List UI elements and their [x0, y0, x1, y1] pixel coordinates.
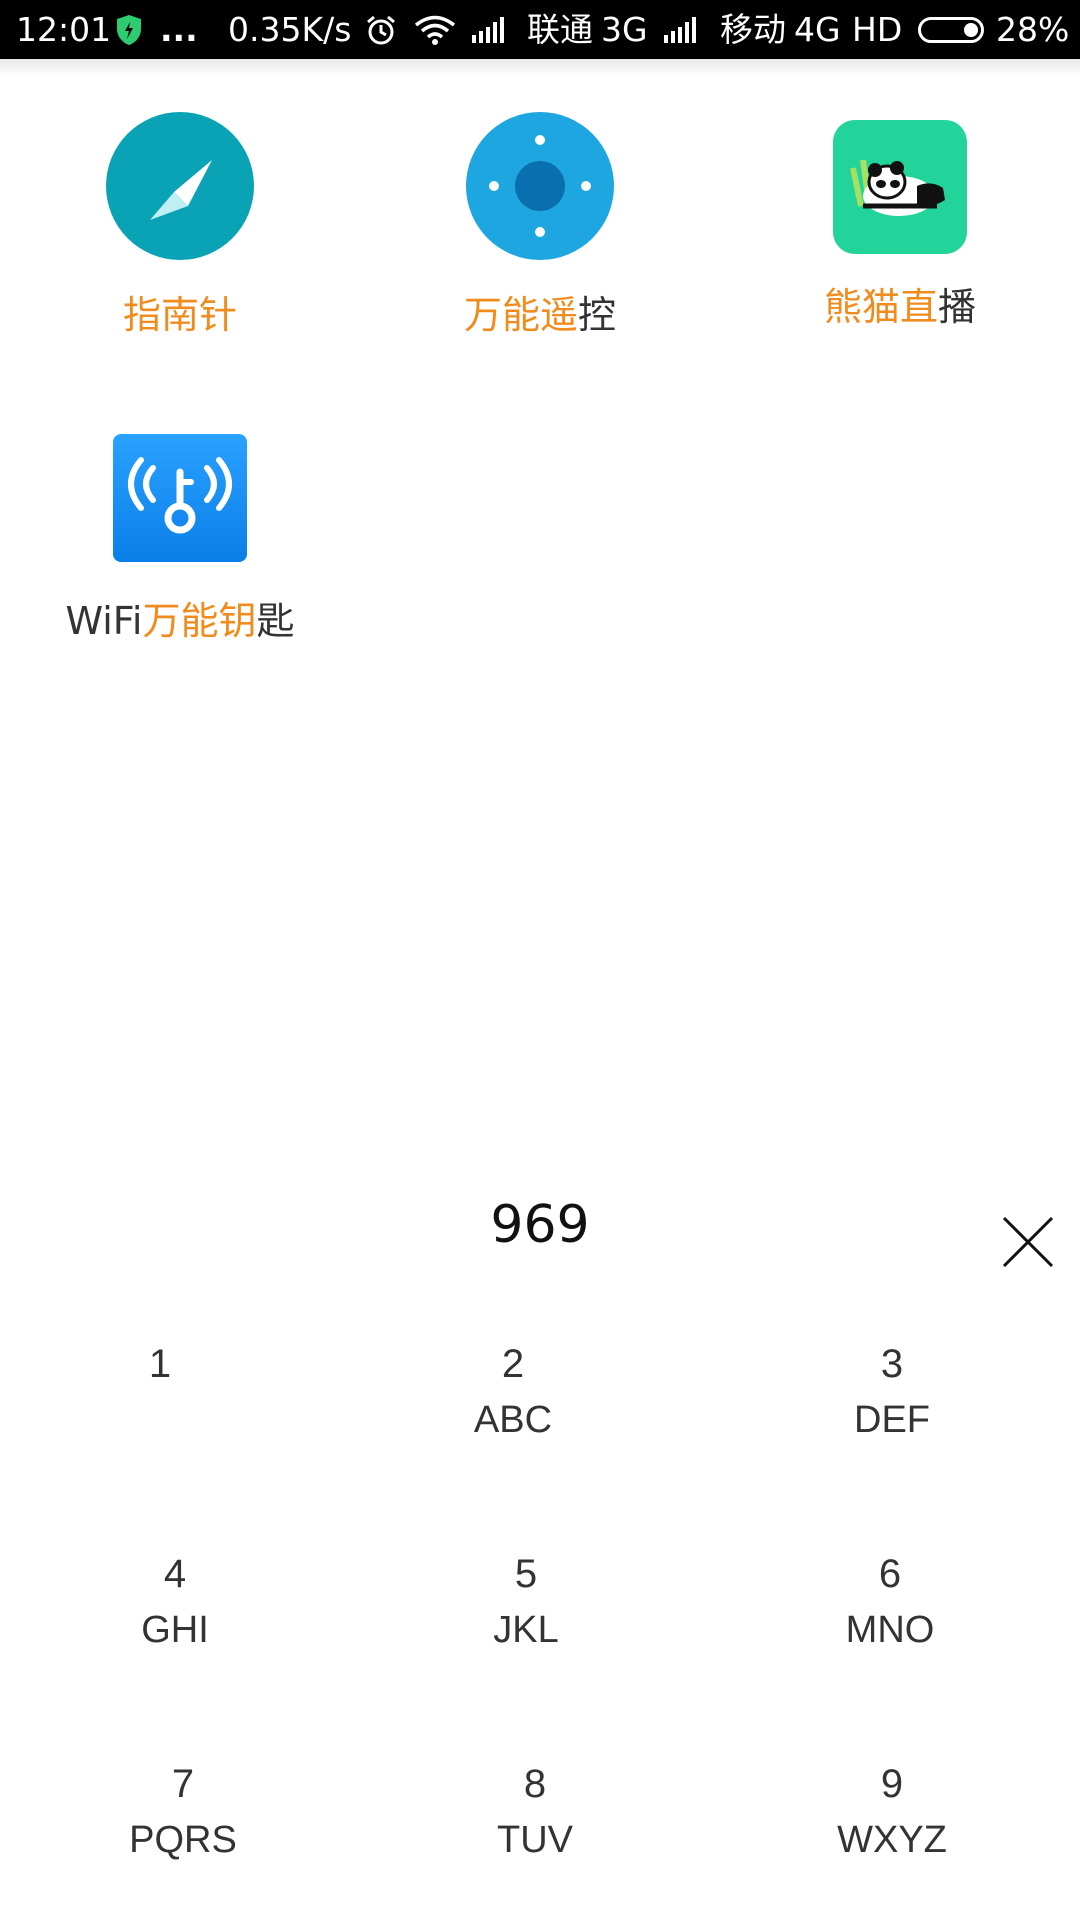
keypad-key-8[interactable]: 8 TUV: [385, 1756, 685, 1926]
key-digit: 3: [880, 1342, 904, 1386]
key-digit: 5: [514, 1552, 538, 1596]
key-digit: 9: [880, 1762, 904, 1806]
more-notifications-icon: ...: [160, 10, 198, 49]
carrier-2-network: 4G: [794, 10, 841, 49]
key-letters: TUV: [497, 1819, 573, 1861]
keypad-key-4[interactable]: 4 GHI: [25, 1546, 325, 1716]
key-letters: GHI: [141, 1609, 209, 1651]
status-time: 12:01: [16, 10, 112, 49]
wifi-key-icon: [113, 434, 247, 566]
wifi-icon: [414, 0, 456, 59]
status-bar: 12:01 ... 0.35K/s 联通 3G 移动 4G HD 28%: [0, 0, 1080, 59]
key-letters: DEF: [854, 1399, 930, 1441]
key-letters: JKL: [493, 1609, 559, 1651]
search-query-display: 969: [490, 1195, 590, 1255]
remote-icon: [466, 112, 614, 264]
app-remote[interactable]: 万能遥控: [360, 108, 720, 358]
signal-icon: [472, 0, 504, 59]
key-digit: 4: [163, 1552, 187, 1596]
app-label: 万能遥控: [463, 293, 617, 337]
hd-indicator: HD: [852, 10, 903, 49]
battery-percent: 28%: [996, 10, 1070, 49]
alarm-icon: [365, 0, 397, 59]
key-digit: 8: [523, 1762, 547, 1806]
keypad-key-1[interactable]: 1: [10, 1336, 310, 1506]
key-letters: ABC: [473, 1399, 553, 1441]
key-letters: MNO: [845, 1609, 935, 1651]
carrier-2: 移动: [720, 10, 786, 49]
keypad-key-2[interactable]: 2 ABC: [363, 1336, 663, 1506]
signal-icon: [664, 0, 696, 59]
network-speed: 0.35K/s: [228, 10, 352, 49]
app-wifi-key[interactable]: WiFi万能钥匙: [0, 430, 360, 650]
carrier-1: 联通: [527, 10, 593, 49]
app-label: 指南针: [122, 293, 237, 337]
app-label: WiFi万能钥匙: [65, 599, 295, 643]
app-compass[interactable]: 指南针: [0, 108, 360, 358]
key-digit: 6: [878, 1552, 902, 1596]
panda-icon: [833, 120, 967, 258]
security-shield-icon: [115, 0, 143, 59]
close-icon[interactable]: [1000, 1214, 1056, 1270]
key-letters: WXYZ: [837, 1819, 947, 1861]
app-label: 熊猫直播: [823, 285, 977, 329]
battery-icon: [918, 0, 984, 59]
keypad-key-9[interactable]: 9 WXYZ: [742, 1756, 1042, 1926]
keypad-key-7[interactable]: 7 PQRS: [33, 1756, 333, 1926]
header-shadow: [0, 59, 1080, 77]
app-panda-live[interactable]: 熊猫直播: [720, 108, 1080, 358]
keypad-key-5[interactable]: 5 JKL: [376, 1546, 676, 1716]
compass-icon: [106, 112, 254, 264]
keypad-key-6[interactable]: 6 MNO: [740, 1546, 1040, 1716]
carrier-1-network: 3G: [601, 10, 648, 49]
key-letters: PQRS: [129, 1819, 237, 1861]
keypad-key-3[interactable]: 3 DEF: [742, 1336, 1042, 1506]
key-digit: 7: [171, 1762, 195, 1806]
key-digit: 1: [148, 1342, 172, 1386]
key-digit: 2: [501, 1342, 525, 1386]
